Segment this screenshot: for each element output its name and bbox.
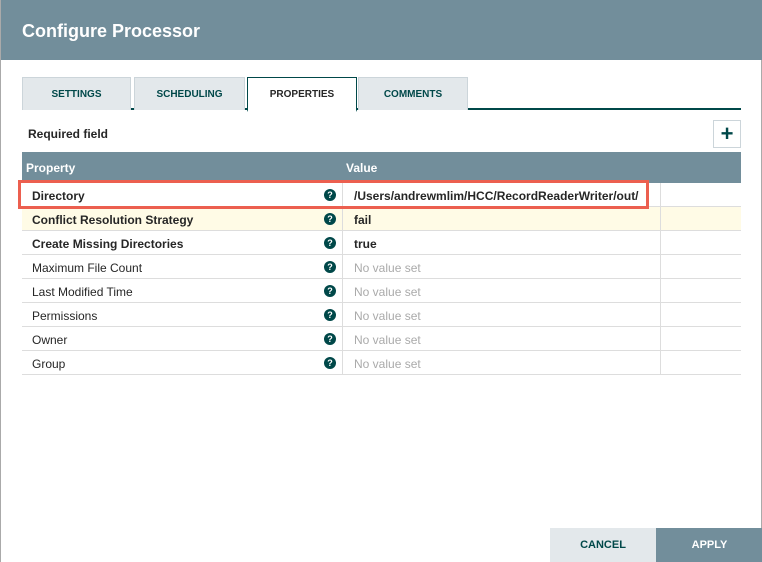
property-value[interactable]: true <box>342 231 661 255</box>
tab-settings[interactable]: SETTINGS <box>22 77 131 110</box>
property-value[interactable]: No value set <box>342 327 661 351</box>
property-name: Last Modified Time <box>32 285 133 299</box>
column-header-property: Property <box>26 161 76 175</box>
table-row[interactable]: Last Modified Time ? No value set <box>22 279 741 303</box>
required-field-label: Required field <box>28 127 109 141</box>
property-name: Group <box>32 357 66 371</box>
property-value[interactable]: No value set <box>342 303 661 327</box>
property-value[interactable]: No value set <box>342 255 661 279</box>
help-icon[interactable]: ? <box>324 333 336 345</box>
table-row[interactable]: Maximum File Count ? No value set <box>22 255 741 279</box>
help-icon[interactable]: ? <box>324 357 336 369</box>
tab-comments[interactable]: COMMENTS <box>358 77 468 110</box>
cancel-button[interactable]: CANCEL <box>550 528 656 562</box>
tab-bar: SETTINGS SCHEDULING PROPERTIES COMMENTS <box>22 77 741 112</box>
tab-properties[interactable]: PROPERTIES <box>247 77 357 112</box>
table-row[interactable]: Create Missing Directories ? true <box>22 231 741 255</box>
help-icon[interactable]: ? <box>324 261 336 273</box>
property-name: Conflict Resolution Strategy <box>32 213 194 227</box>
table-row[interactable]: Permissions ? No value set <box>22 303 741 327</box>
property-value[interactable]: No value set <box>342 351 661 375</box>
help-icon[interactable]: ? <box>324 309 336 321</box>
tab-scheduling[interactable]: SCHEDULING <box>134 77 245 110</box>
property-name: Permissions <box>32 309 98 323</box>
table-row[interactable]: Conflict Resolution Strategy ? fail <box>22 207 741 231</box>
plus-icon: + <box>720 121 734 146</box>
help-icon[interactable]: ? <box>324 213 336 225</box>
table-header: Property Value <box>22 152 741 183</box>
property-value[interactable]: fail <box>342 207 661 231</box>
help-icon[interactable]: ? <box>324 285 336 297</box>
property-value[interactable]: No value set <box>342 279 661 303</box>
property-name: Create Missing Directories <box>32 237 184 251</box>
property-name: Owner <box>32 333 68 347</box>
help-icon[interactable]: ? <box>324 237 336 249</box>
apply-button[interactable]: APPLY <box>656 528 762 562</box>
add-property-button[interactable]: + <box>713 120 741 148</box>
highlight-box <box>18 180 649 209</box>
table-row[interactable]: Owner ? No value set <box>22 327 741 351</box>
column-header-value: Value <box>346 161 378 175</box>
table-row[interactable]: Group ? No value set <box>22 351 741 375</box>
dialog-title: Configure Processor <box>1 0 762 60</box>
property-name: Maximum File Count <box>32 261 143 275</box>
